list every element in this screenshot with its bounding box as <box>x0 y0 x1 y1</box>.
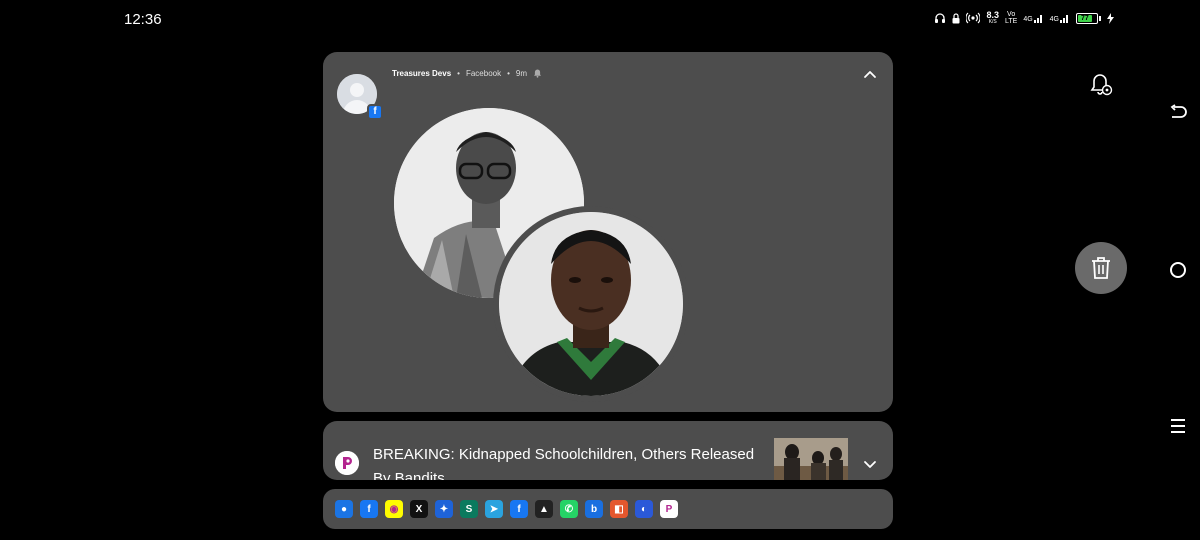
signal-icon <box>1033 15 1042 23</box>
trash-icon <box>1092 257 1110 279</box>
network-speed: 8.3 K/S <box>986 10 999 25</box>
facebook-icon: f <box>367 104 383 120</box>
app-icon-6[interactable]: S <box>460 500 478 518</box>
notification-shade: 12:36 8.3 K/S Vo LTE 4G 4G 77 f Treasure… <box>0 0 1200 540</box>
status-icons: 8.3 K/S Vo LTE 4G 4G 77 <box>934 11 1114 25</box>
facebook-icon[interactable]: f <box>360 500 378 518</box>
charging-bolt-icon <box>1107 12 1114 24</box>
x-icon[interactable]: X <box>410 500 428 518</box>
app-icon-5[interactable]: ✦ <box>435 500 453 518</box>
battery-level: 77 <box>1078 14 1092 22</box>
signal-icon-2 <box>1060 15 1068 23</box>
source-app: Facebook <box>465 69 502 78</box>
app-icon-9[interactable]: ▲ <box>535 500 553 518</box>
home-button[interactable] <box>1170 262 1186 278</box>
pulse-app-icon <box>335 451 359 475</box>
notification-header: Treasures Devs • Facebook • 9m <box>392 69 542 78</box>
app-icon-tray: ● f ◉ X ✦ S ➤ f ▲ ✆ b ◧ ◐ P <box>323 489 893 529</box>
facebook-notification-card[interactable]: f Treasures Devs • Facebook • 9m <box>323 52 893 412</box>
back-icon[interactable] <box>1168 104 1188 122</box>
news-thumbnail <box>774 438 848 480</box>
notification-settings-icon[interactable] <box>1088 72 1114 98</box>
app-icon-13[interactable]: ◐ <box>635 500 653 518</box>
battery-icon: 77 <box>1076 12 1101 24</box>
telegram-icon[interactable]: ➤ <box>485 500 503 518</box>
pulse-app-icon[interactable]: P <box>660 500 678 518</box>
chevron-up-icon[interactable] <box>861 66 879 84</box>
clear-all-button[interactable] <box>1075 242 1127 294</box>
facebook-icon-2[interactable]: f <box>510 500 528 518</box>
sender-name: Treasures Devs <box>392 69 452 78</box>
hotspot-icon <box>966 12 981 24</box>
news-headline: BREAKING: Kidnapped Schoolchildren, Othe… <box>373 446 755 480</box>
network-type-1: 4G <box>1023 13 1043 23</box>
whatsapp-icon[interactable]: ✆ <box>560 500 578 518</box>
office-icon[interactable]: ◧ <box>610 500 628 518</box>
lock-icon <box>952 12 960 23</box>
post-image-right <box>493 206 689 402</box>
headphones-icon <box>935 13 946 23</box>
chevron-down-icon[interactable] <box>861 455 879 473</box>
snapchat-icon[interactable]: ◉ <box>385 500 403 518</box>
messenger-icon[interactable]: ● <box>335 500 353 518</box>
news-notification-card[interactable]: BREAKING: Kidnapped Schoolchildren, Othe… <box>323 421 893 480</box>
network-type-2: 4G <box>1050 13 1070 23</box>
bell-icon <box>534 69 542 78</box>
app-icon-11[interactable]: b <box>585 500 603 518</box>
volte-indicator: Vo LTE <box>1004 11 1018 25</box>
time-ago: 9m <box>515 69 528 78</box>
status-time: 12:36 <box>124 11 162 28</box>
recents-icon[interactable] <box>1170 418 1186 434</box>
